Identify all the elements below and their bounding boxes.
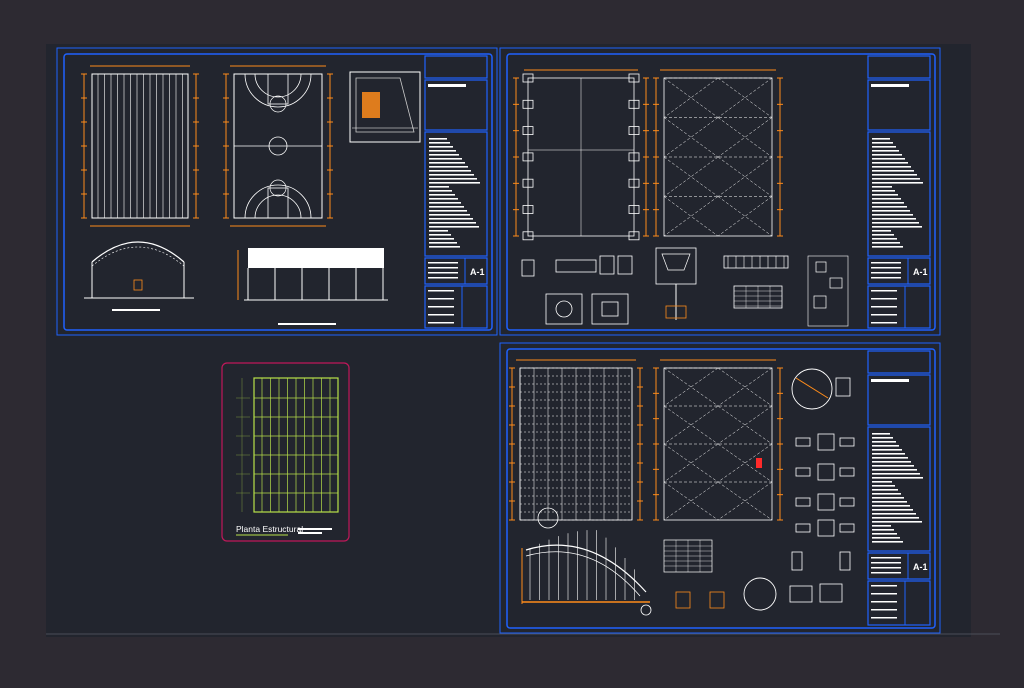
sheet-tag: A-1 — [470, 267, 485, 277]
sheet-tag: A-1 — [913, 562, 928, 572]
viewport-title: Planta Estructural — [236, 524, 303, 534]
sheet-tag: A-1 — [913, 267, 928, 277]
cad-drawing-canvas[interactable]: A-1 A-1 Planta Estructural A-1 — [0, 0, 1024, 683]
model-space — [46, 44, 971, 637]
